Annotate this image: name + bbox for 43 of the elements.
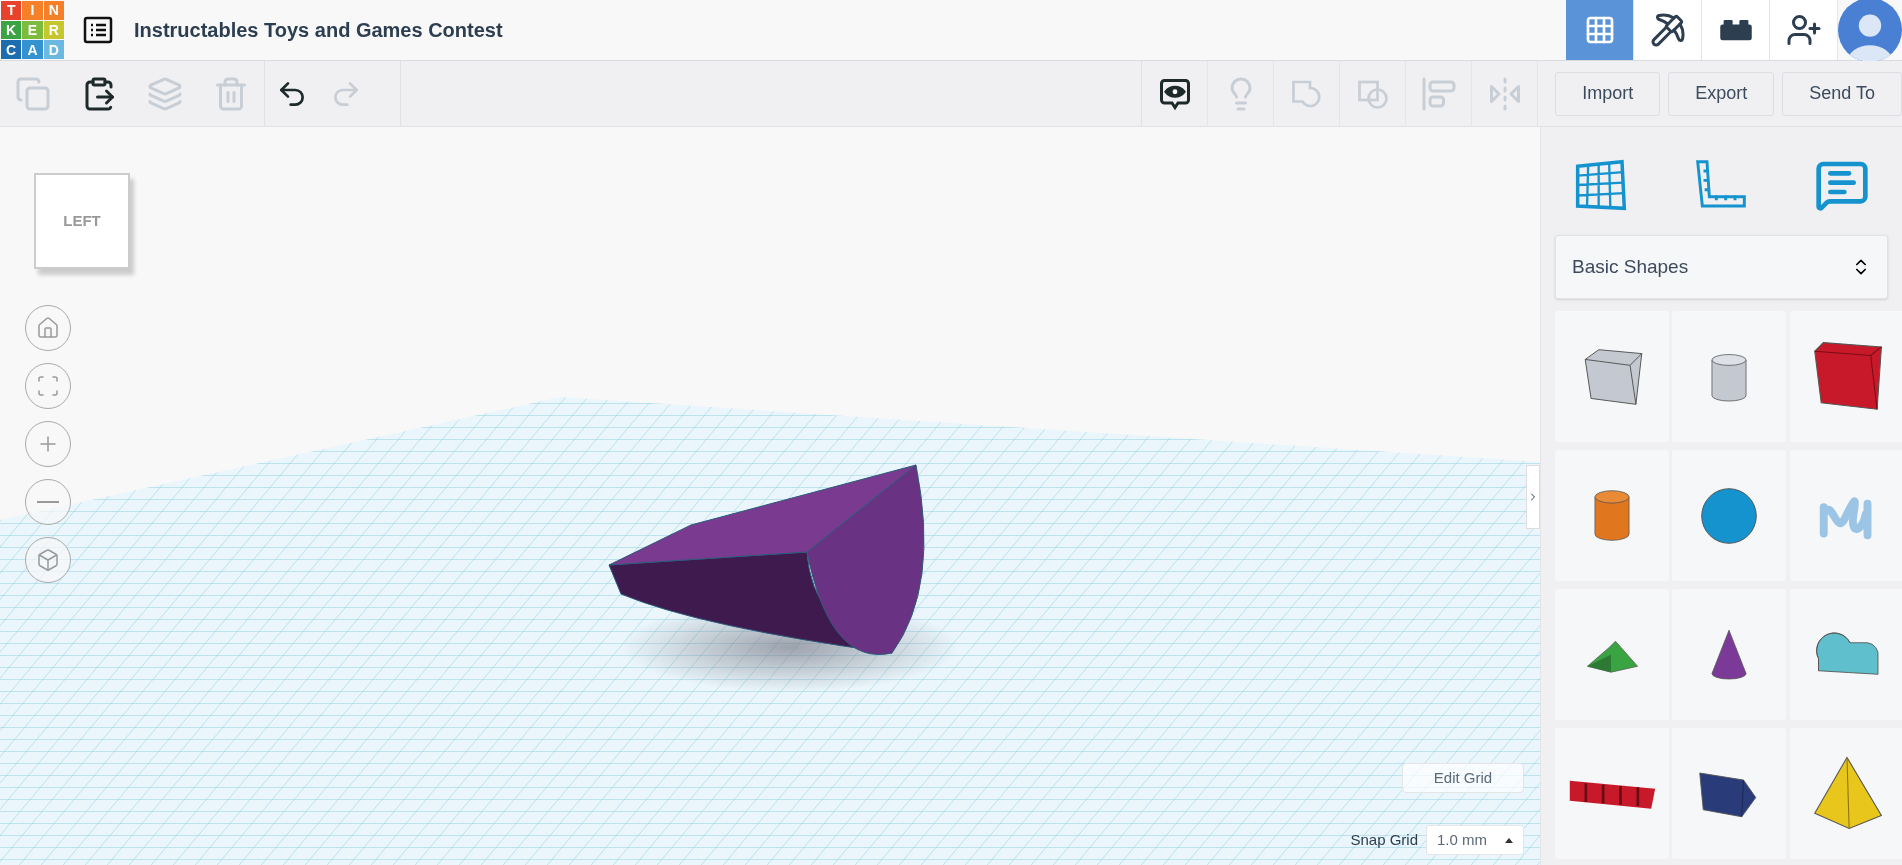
home-icon	[36, 316, 60, 340]
logo-letter: N	[43, 1, 64, 20]
logo[interactable]: T I N K E R C A D	[1, 1, 64, 59]
view-control-button[interactable]	[25, 479, 71, 525]
design-title[interactable]: Instructables Toys and Games Contest	[134, 15, 503, 45]
shape-card[interactable]	[1789, 311, 1902, 442]
cube-icon	[36, 548, 60, 572]
action-button[interactable]: Export	[1668, 71, 1775, 116]
shape-library-select[interactable]: Basic Shapes	[1555, 235, 1888, 299]
fit-view-icon	[36, 374, 60, 398]
shape-card[interactable]	[1555, 728, 1669, 859]
cube-face-label: LEFT	[63, 210, 101, 231]
align-icon	[1420, 75, 1457, 112]
caret-up-icon	[1505, 836, 1513, 844]
logo-letter: C	[1, 40, 22, 59]
view-mode-button[interactable]	[1634, 0, 1702, 60]
add-user-icon	[1785, 12, 1822, 48]
copy-icon	[15, 75, 51, 112]
snap-grid-select[interactable]: 1.0 mm	[1426, 825, 1524, 855]
logo-letter: A	[22, 40, 43, 59]
invite-user-button[interactable]	[1770, 0, 1838, 60]
trash-icon	[213, 75, 249, 112]
action-button[interactable]: Import	[1555, 71, 1661, 116]
shape-card[interactable]	[1672, 728, 1787, 859]
avatar[interactable]	[1838, 0, 1902, 62]
edit-grid-button[interactable]: Edit Grid	[1402, 763, 1524, 793]
logo-letter: T	[1, 1, 22, 20]
view-control-button[interactable]	[25, 421, 71, 467]
logo-letter: R	[43, 20, 64, 40]
action-button[interactable]: Send To	[1782, 71, 1902, 116]
logo-letter: K	[1, 20, 22, 40]
logo-letter: E	[22, 20, 43, 40]
snap-grid-label: Snap Grid	[1350, 829, 1418, 850]
shape-card[interactable]	[1672, 589, 1787, 720]
duplicate-icon	[147, 75, 183, 112]
list-icon[interactable]	[82, 14, 114, 46]
view-mode-button[interactable]	[1702, 0, 1770, 60]
view-control-button[interactable]	[25, 363, 71, 409]
pickaxe-icon	[1649, 12, 1686, 48]
view-control-button[interactable]	[25, 305, 71, 351]
logo-letter: I	[22, 1, 43, 20]
collapse-panel-button[interactable]	[1526, 465, 1540, 529]
logo-letter: D	[43, 40, 64, 59]
